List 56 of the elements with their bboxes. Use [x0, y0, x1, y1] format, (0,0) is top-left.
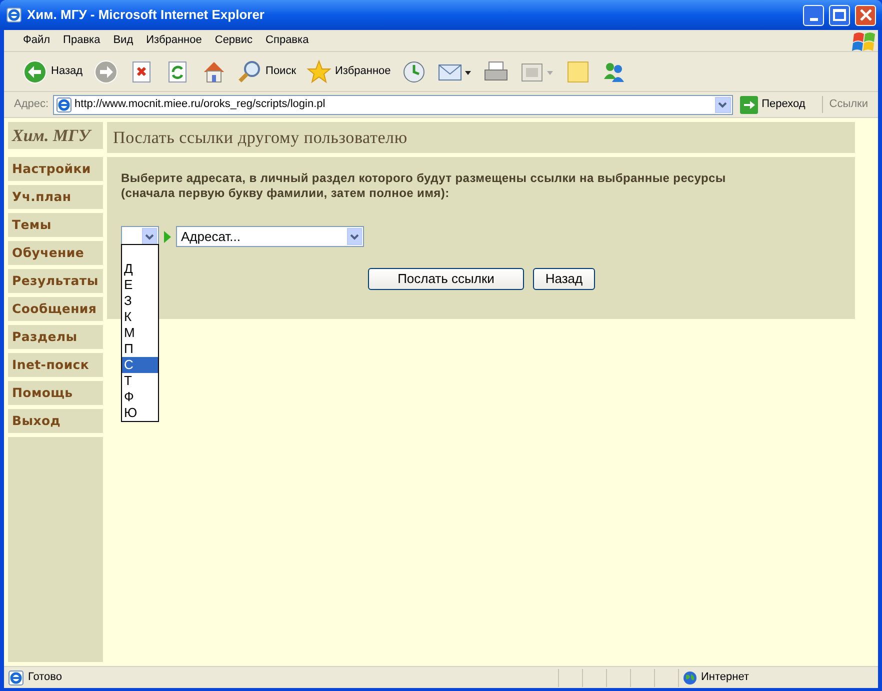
- search-button[interactable]: Поиск: [234, 56, 298, 88]
- dropdown-option[interactable]: Т: [122, 373, 158, 389]
- window-title: Хим. МГУ - Microsoft Internet Explorer: [27, 6, 266, 24]
- nav-link[interactable]: Разделы: [8, 325, 103, 349]
- maximize-icon: [833, 9, 846, 21]
- minimize-icon: [810, 18, 818, 20]
- history-icon: [400, 58, 427, 84]
- addressee-select[interactable]: Адресат...: [176, 226, 364, 247]
- app-icon: [6, 7, 22, 23]
- page-heading: Послать ссылки другому пользователю: [107, 122, 855, 153]
- dropdown-option[interactable]: Д: [122, 261, 158, 277]
- page-icon: [56, 96, 72, 112]
- page-icon: [8, 670, 24, 686]
- dropdown-option[interactable]: Е: [122, 277, 158, 293]
- dropdown-option[interactable]: З: [122, 293, 158, 309]
- close-button[interactable]: [855, 4, 876, 26]
- status-text: Готово: [28, 670, 63, 686]
- links-label[interactable]: Ссылки: [822, 96, 878, 113]
- zone-text: Интернет: [701, 670, 749, 686]
- menu-item[interactable]: Справка: [260, 32, 314, 49]
- instruction-text: Выберите адресата, в личный раздел которого будут размещены ссылки на выбранные ресурсы (сначала первую букву фамилии, затем полное имя):: [121, 171, 727, 201]
- minimize-button[interactable]: [803, 4, 824, 26]
- close-icon: [860, 9, 872, 21]
- search-icon: [236, 58, 263, 84]
- nav-link[interactable]: Выход: [8, 409, 103, 433]
- dropdown-option[interactable]: П: [122, 341, 158, 357]
- globe-icon: [683, 670, 697, 684]
- dropdown-option[interactable]: С: [122, 357, 158, 373]
- favorites-button[interactable]: Избранное: [304, 56, 393, 88]
- nav-link[interactable]: Inet-поиск: [8, 353, 103, 377]
- menu-item[interactable]: Сервис: [210, 32, 258, 49]
- back-button[interactable]: Назад: [533, 268, 595, 290]
- dropdown-option[interactable]: Ю: [122, 405, 158, 421]
- nav-link[interactable]: Сообщения: [8, 297, 103, 321]
- dropdown-option[interactable]: М: [122, 325, 158, 341]
- star-icon: [306, 58, 332, 84]
- address-label: Адрес:: [14, 97, 49, 112]
- back-button[interactable]: Назад: [20, 56, 85, 88]
- nav-link[interactable]: Настройки: [8, 157, 103, 181]
- dropdown-option[interactable]: Ф: [122, 389, 158, 405]
- nav-link[interactable]: Уч.план: [8, 185, 103, 209]
- sticky-note-icon: [564, 58, 591, 84]
- nav-link[interactable]: Темы: [8, 213, 103, 237]
- send-links-button[interactable]: Послать ссылки: [368, 268, 524, 290]
- menu-item[interactable]: Правка: [58, 32, 106, 49]
- menu-item[interactable]: Вид: [108, 32, 138, 49]
- nav-link[interactable]: Результаты: [8, 269, 103, 293]
- nav-link[interactable]: Помощь: [8, 381, 103, 405]
- menu-item[interactable]: Избранное: [141, 32, 207, 49]
- nav-link[interactable]: Обучение: [8, 241, 103, 265]
- dropdown-option[interactable]: К: [122, 309, 158, 325]
- address-field[interactable]: http://www.mocnit.miee.ru/oroks_reg/scripts/login.pl: [52, 94, 733, 114]
- play-arrow-icon: [163, 230, 172, 244]
- maximize-button[interactable]: [829, 4, 850, 26]
- go-button[interactable]: Переход: [736, 96, 808, 114]
- menu-item[interactable]: Файл: [18, 32, 56, 49]
